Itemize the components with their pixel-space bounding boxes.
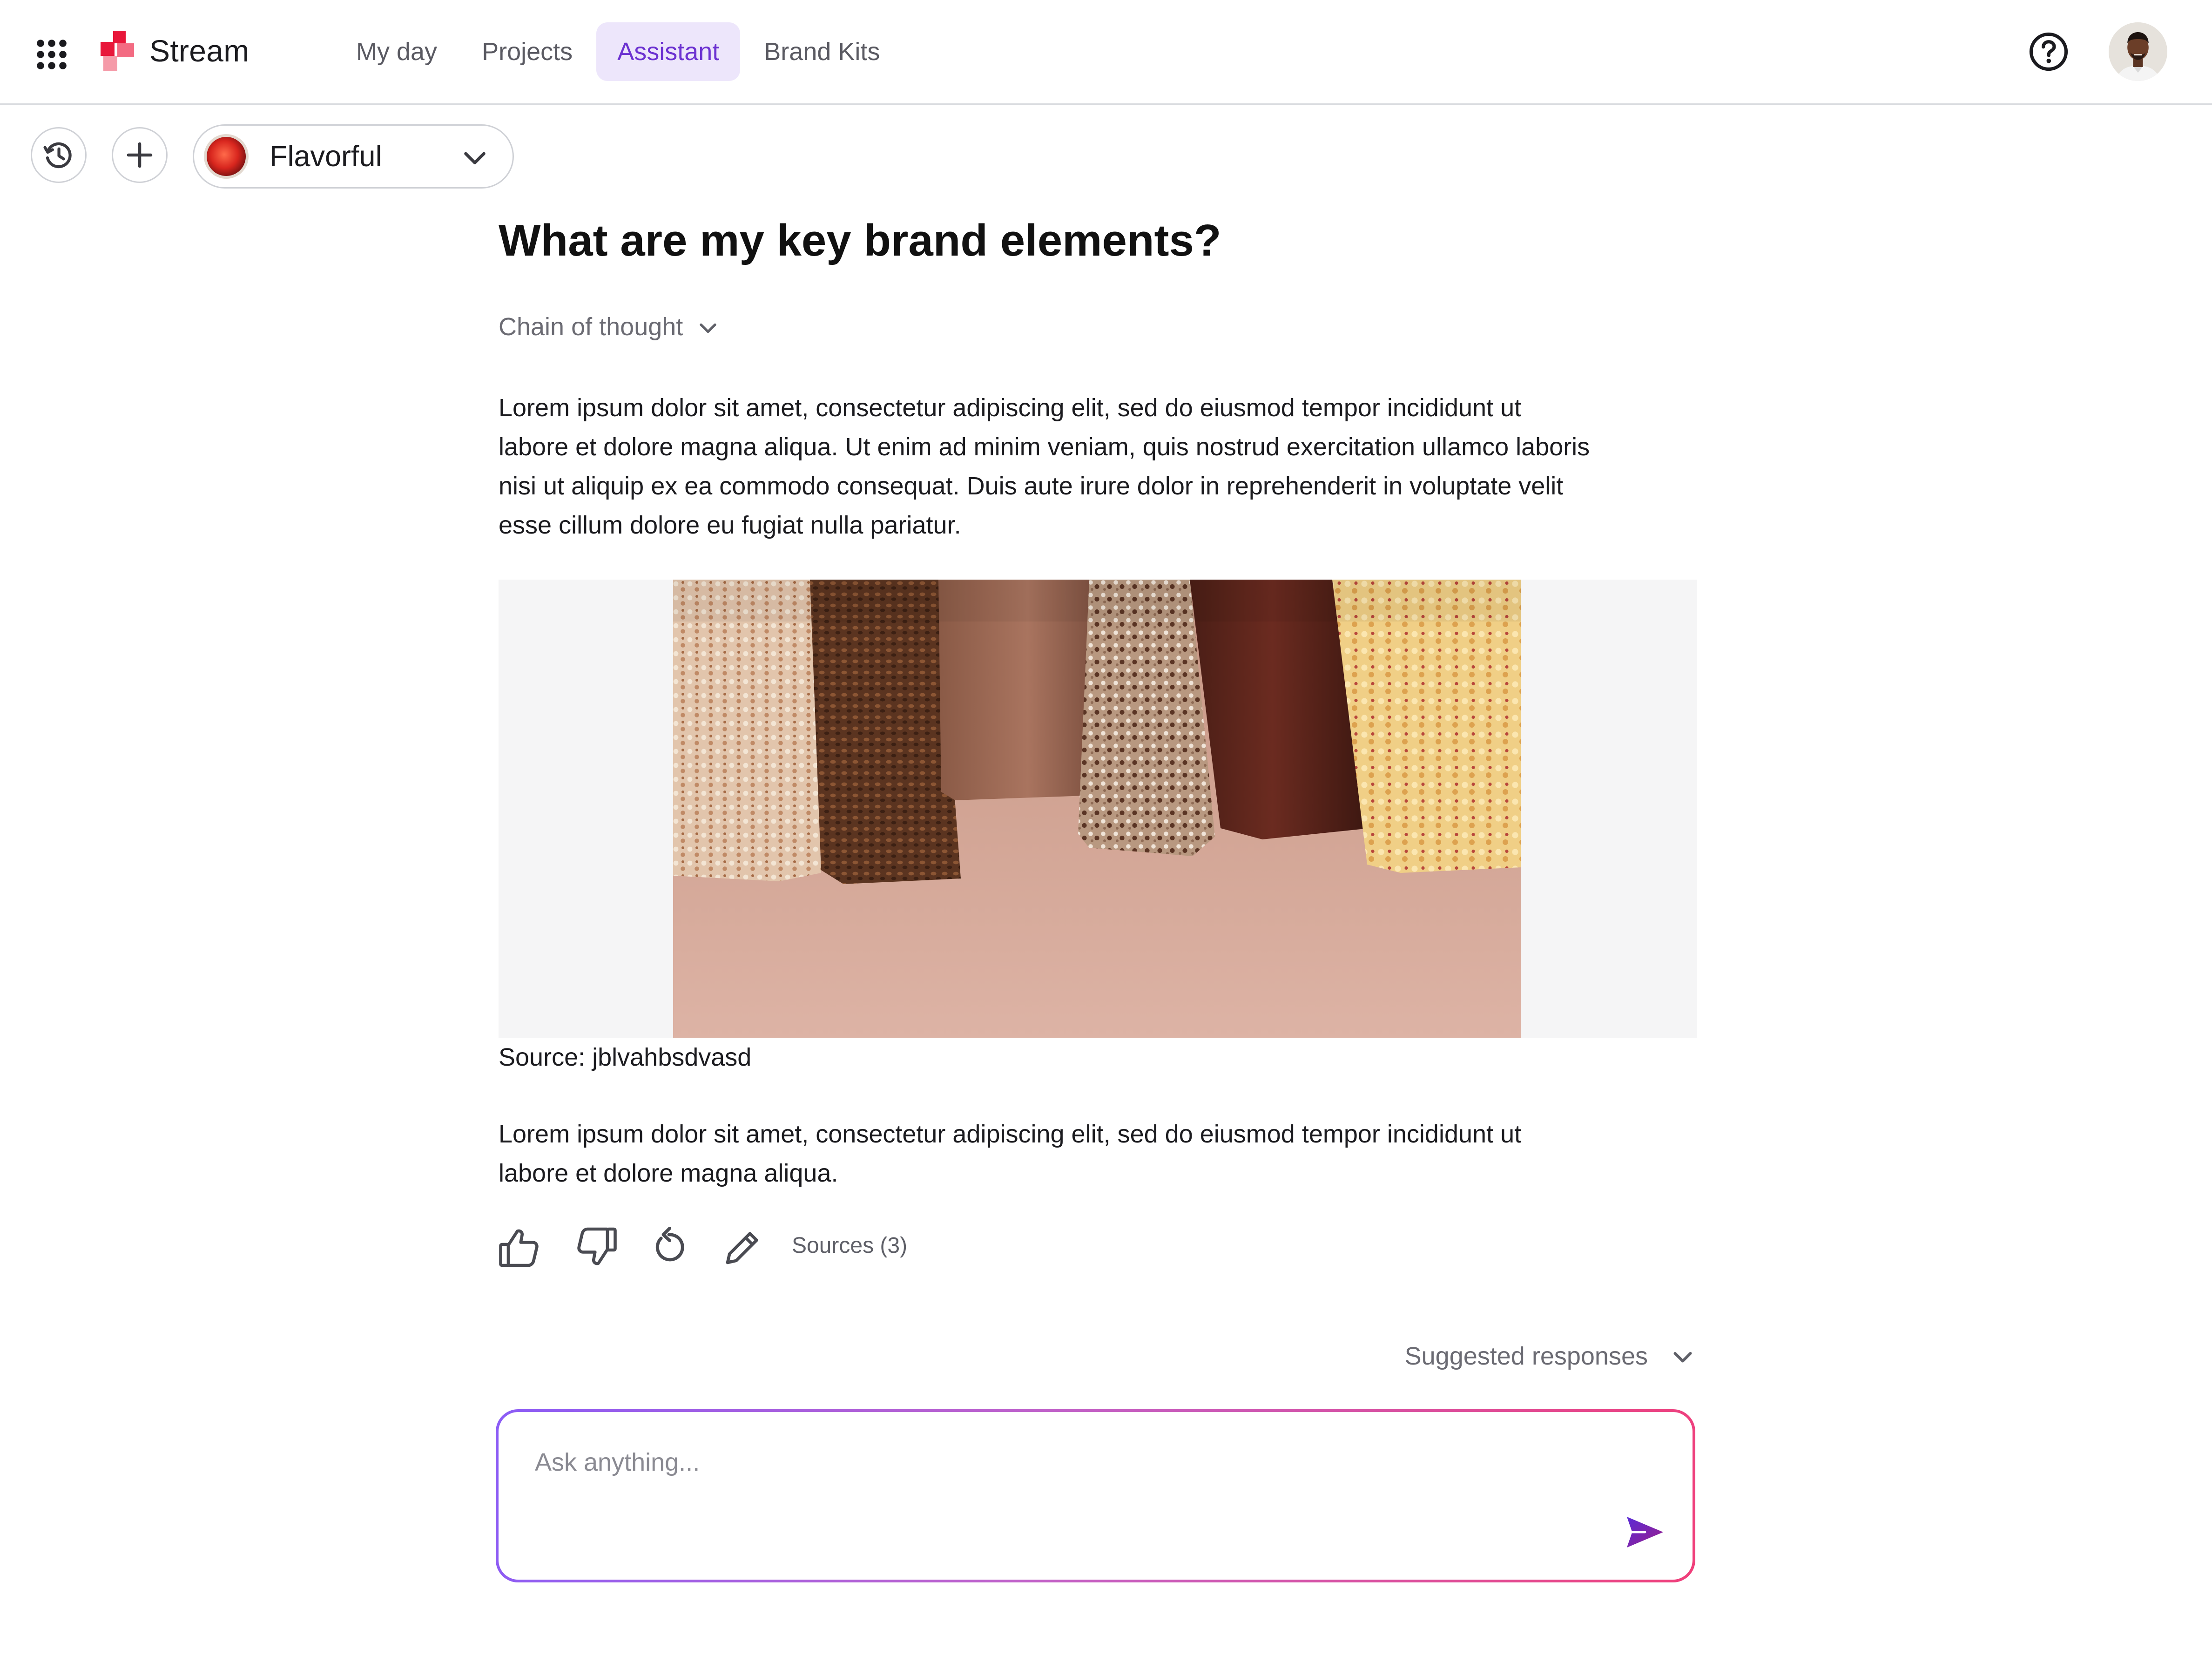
brand-kit-thumbnail — [204, 134, 249, 179]
question-heading: What are my key brand elements? — [499, 215, 1221, 265]
history-button[interactable] — [31, 127, 87, 183]
answer-line: labore et dolore magna aliqua. Ut enim a… — [499, 433, 1590, 461]
answer-line: Lorem ipsum dolor sit amet, consectetur … — [499, 394, 1522, 422]
history-icon — [43, 142, 72, 169]
answer-line: nisi ut aliquip ex ea commodo consequat.… — [499, 472, 1564, 500]
composer — [496, 1409, 1695, 1582]
tab-my-day[interactable]: My day — [335, 22, 458, 81]
app-launcher-icon[interactable] — [28, 31, 75, 78]
snack-bars-image[interactable] — [673, 580, 1521, 1038]
brand-kit-name: Flavorful — [270, 141, 382, 173]
chevron-down-icon — [700, 323, 717, 332]
thumbs-down-icon[interactable] — [571, 1223, 619, 1271]
ask-input[interactable] — [532, 1440, 1571, 1485]
new-chat-button[interactable] — [112, 127, 168, 183]
help-icon[interactable] — [2026, 29, 2071, 74]
suggested-responses-toggle[interactable]: Suggested responses — [1405, 1342, 1695, 1372]
plus-icon — [127, 142, 153, 168]
brand-kit-selector[interactable]: Flavorful — [193, 124, 514, 189]
tab-brand-kits[interactable]: Brand Kits — [743, 22, 901, 81]
tab-projects[interactable]: Projects — [461, 22, 593, 81]
regenerate-icon[interactable] — [645, 1223, 693, 1271]
app-name: Stream — [149, 34, 250, 68]
chain-of-thought-label: Chain of thought — [499, 313, 683, 341]
sources-link[interactable]: Sources (3) — [792, 1235, 907, 1260]
app-root: Stream My day Projects Assistant Brand K… — [0, 0, 2212, 1676]
chevron-down-icon — [1673, 1351, 1692, 1362]
composer-box — [499, 1412, 1693, 1580]
answer-paragraph-1: Lorem ipsum dolor sit amet, consectetur … — [499, 388, 1699, 545]
image-source-caption: Source: jblvahbsdvasd — [499, 1043, 752, 1071]
top-bar: Stream My day Projects Assistant Brand K… — [0, 0, 2212, 105]
answer-line: labore et dolore magna aliqua. — [499, 1159, 838, 1187]
answer-line: esse cillum dolore eu fugiat nulla paria… — [499, 511, 961, 539]
chain-of-thought-toggle[interactable]: Chain of thought — [499, 313, 719, 342]
stream-logo-icon — [101, 31, 137, 73]
answer-line: Lorem ipsum dolor sit amet, consectetur … — [499, 1120, 1522, 1148]
thumbs-up-icon[interactable] — [497, 1223, 545, 1271]
chevron-down-icon — [464, 152, 486, 164]
answer-paragraph-2: Lorem ipsum dolor sit amet, consectetur … — [499, 1115, 1699, 1193]
edit-icon[interactable] — [719, 1223, 767, 1271]
tab-assistant[interactable]: Assistant — [596, 22, 741, 81]
suggested-responses-label: Suggested responses — [1404, 1342, 1648, 1370]
main-nav: My day Projects Assistant Brand Kits — [335, 22, 901, 81]
send-icon[interactable] — [1623, 1513, 1667, 1552]
user-avatar[interactable] — [2109, 22, 2167, 81]
image-container — [499, 580, 1697, 1038]
